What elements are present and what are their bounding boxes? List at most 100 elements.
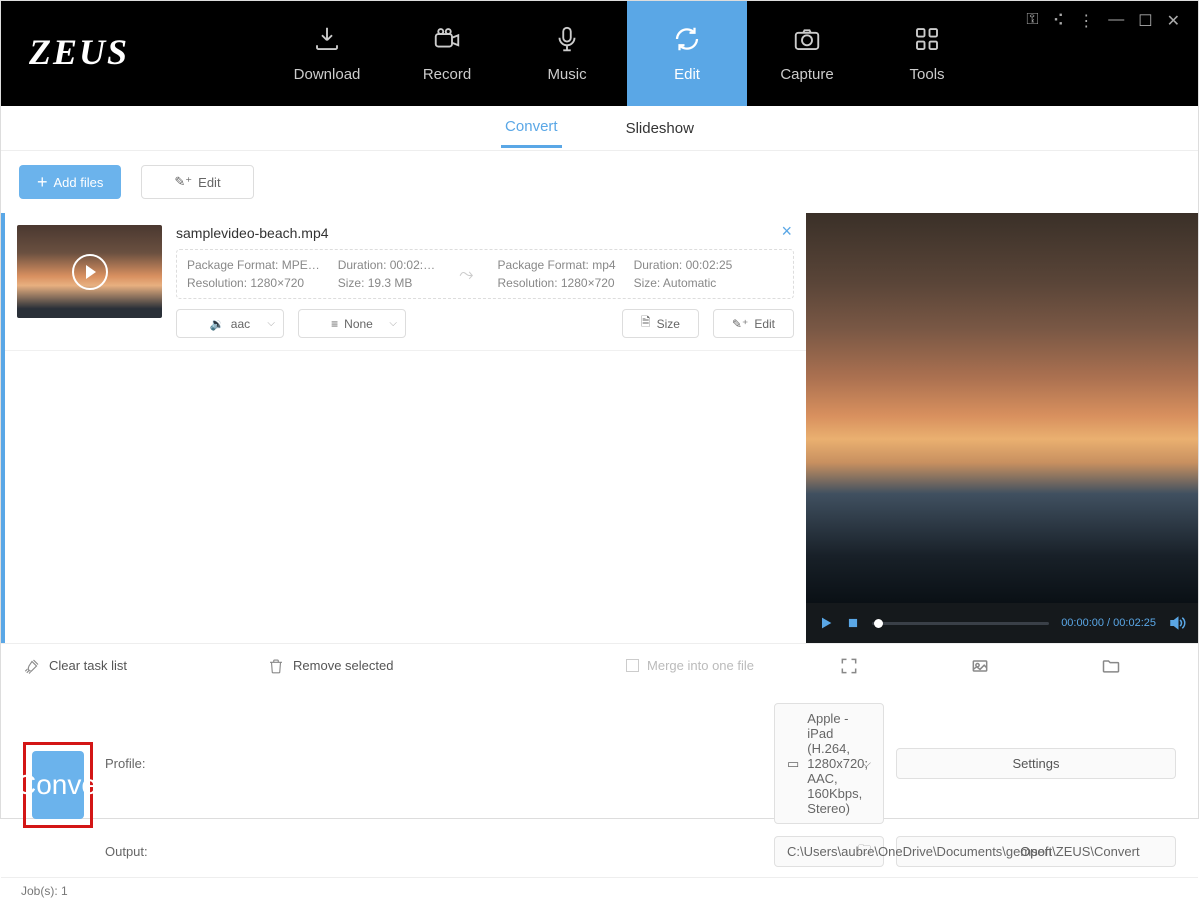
profile-select[interactable]: ▭ Apple - iPad (H.264, 1280x720; AAC, 16… xyxy=(774,703,884,824)
main-nav: Download Record Music Edit Capture Tools xyxy=(267,1,987,106)
share-icon[interactable]: ⠪ xyxy=(1053,11,1065,31)
output-panel: Profile: ▭ Apple - iPad (H.264, 1280x720… xyxy=(1,687,1198,877)
jobs-count: Job(s): 1 xyxy=(21,884,68,898)
audio-select[interactable]: 🔉 aac ⌵ xyxy=(176,309,284,338)
nav-tools[interactable]: Tools xyxy=(867,1,987,106)
list-icon: ≡ xyxy=(331,317,338,331)
button-label: Add files xyxy=(54,175,104,190)
main-area: samplevideo-beach.mp4 Package Format: MP… xyxy=(1,213,1198,643)
nav-label: Music xyxy=(547,66,586,83)
preview-panel: 00:00:00 / 00:02:25 xyxy=(806,213,1198,643)
dst-duration: Duration: 00:02:25 xyxy=(634,258,733,272)
file-name: samplevideo-beach.mp4 xyxy=(176,225,794,241)
record-icon xyxy=(432,24,462,54)
stop-button[interactable] xyxy=(846,616,860,630)
tab-convert[interactable]: Convert xyxy=(501,108,562,148)
folder-icon[interactable] xyxy=(1101,656,1121,676)
chevron-down-icon: ⌵ xyxy=(389,318,397,329)
status-bar: Job(s): 1 xyxy=(1,877,1198,904)
label: Clear task list xyxy=(49,658,127,673)
dst-size: Size: Automatic xyxy=(634,276,733,290)
button-label: Size xyxy=(657,317,680,331)
select-value: None xyxy=(344,317,373,331)
output-path-field[interactable]: C:\Users\aubre\OneDrive\Documents\gemsof… xyxy=(774,836,884,867)
sound-icon: 🔉 xyxy=(210,317,225,331)
seek-handle[interactable] xyxy=(874,619,883,628)
preview-image[interactable] xyxy=(806,213,1198,603)
volume-icon[interactable] xyxy=(1168,614,1186,632)
clear-list-button[interactable]: Clear task list xyxy=(23,657,127,675)
edit-icon xyxy=(672,24,702,54)
chevron-down-icon: ⌵ xyxy=(267,318,275,329)
nav-label: Capture xyxy=(780,66,833,83)
playback-bar: 00:00:00 / 00:02:25 xyxy=(806,603,1198,643)
app-logo: ZEUS xyxy=(1,1,157,106)
tab-slideshow[interactable]: Slideshow xyxy=(622,110,698,147)
src-duration: Duration: 00:02:… xyxy=(338,258,435,272)
field-value: C:\Users\aubre\OneDrive\Documents\gemsof… xyxy=(787,844,1140,859)
convert-highlight: Convert xyxy=(23,742,93,828)
src-resolution: Resolution: 1280×720 xyxy=(187,276,320,290)
close-icon[interactable]: ✕ xyxy=(1167,11,1180,31)
output-label: Output: xyxy=(105,844,762,859)
settings-button[interactable]: Settings xyxy=(896,748,1176,779)
maximize-icon[interactable]: ☐ xyxy=(1138,11,1152,31)
subtab-bar: Convert Slideshow xyxy=(1,106,1198,151)
key-icon[interactable]: ⚿ xyxy=(1026,11,1038,31)
play-button[interactable] xyxy=(818,615,834,631)
remove-selected-button[interactable]: Remove selected xyxy=(267,657,393,675)
file-info: samplevideo-beach.mp4 Package Format: MP… xyxy=(176,225,794,338)
menu-icon[interactable]: ⋮ xyxy=(1078,11,1094,31)
button-label: Edit xyxy=(754,317,775,331)
checkbox-icon[interactable] xyxy=(626,659,639,672)
tools-icon xyxy=(912,24,942,54)
trash-icon xyxy=(267,657,285,675)
convert-button[interactable]: Convert xyxy=(32,751,84,819)
open-folder-icon[interactable]: 🗀 xyxy=(858,841,871,863)
file-row[interactable]: samplevideo-beach.mp4 Package Format: MP… xyxy=(5,213,806,351)
file-actions: 🔉 aac ⌵ ≡ None ⌵ 🗎 Size ✎⁺ Edit xyxy=(176,309,794,338)
chevron-down-icon: ⌵ xyxy=(862,756,871,771)
seek-track[interactable] xyxy=(872,622,1049,625)
fullscreen-icon[interactable] xyxy=(839,656,859,676)
minimize-icon[interactable]: — xyxy=(1108,11,1124,31)
file-thumbnail[interactable] xyxy=(17,225,162,318)
file-meta: Package Format: MPE… Resolution: 1280×72… xyxy=(176,249,794,299)
list-toolbar: Clear task list Remove selected Merge in… xyxy=(1,643,1198,687)
nav-edit[interactable]: Edit xyxy=(627,1,747,106)
row-edit-button[interactable]: ✎⁺ Edit xyxy=(713,309,794,338)
wand-icon: ✎⁺ xyxy=(174,174,192,190)
nav-label: Tools xyxy=(910,66,945,83)
button-label: Edit xyxy=(198,175,220,190)
file-list: samplevideo-beach.mp4 Package Format: MP… xyxy=(1,213,806,643)
plus-icon: + xyxy=(37,176,48,188)
subtitle-select[interactable]: ≡ None ⌵ xyxy=(298,309,406,338)
nav-label: Download xyxy=(294,66,361,83)
download-icon xyxy=(312,24,342,54)
snapshot-icon[interactable] xyxy=(970,656,990,676)
remove-file-button[interactable]: × xyxy=(781,221,792,242)
nav-record[interactable]: Record xyxy=(387,1,507,106)
merge-checkbox[interactable]: Merge into one file xyxy=(626,658,754,673)
add-files-button[interactable]: + Add files xyxy=(19,165,121,199)
time-display: 00:00:00 / 00:02:25 xyxy=(1061,617,1156,629)
size-button[interactable]: 🗎 Size xyxy=(622,309,699,338)
src-package: Package Format: MPE… xyxy=(187,258,320,272)
capture-icon xyxy=(792,24,822,54)
nav-label: Record xyxy=(423,66,471,83)
arrow-icon: ⤳ xyxy=(453,264,479,285)
wand-icon: ✎⁺ xyxy=(732,317,748,331)
edit-button[interactable]: ✎⁺ Edit xyxy=(141,165,253,199)
preview-tools xyxy=(784,656,1176,676)
select-value: aac xyxy=(231,317,250,331)
dst-package: Package Format: mp4 xyxy=(498,258,616,272)
src-size: Size: 19.3 MB xyxy=(338,276,435,290)
device-icon: ▭ xyxy=(787,756,799,772)
nav-music[interactable]: Music xyxy=(507,1,627,106)
label: Remove selected xyxy=(293,658,393,673)
profile-label: Profile: xyxy=(105,756,762,771)
doc-icon: 🗎 xyxy=(641,313,651,334)
nav-capture[interactable]: Capture xyxy=(747,1,867,106)
nav-download[interactable]: Download xyxy=(267,1,387,106)
play-icon[interactable] xyxy=(72,254,108,290)
